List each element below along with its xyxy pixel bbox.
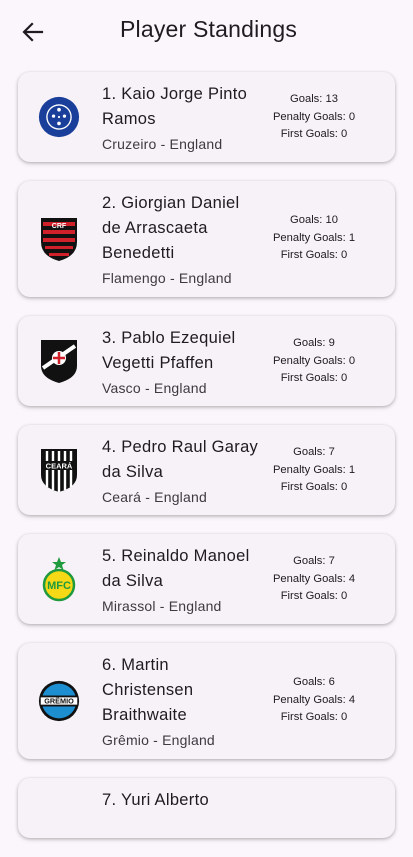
player-club: Flamengo - England	[102, 270, 232, 286]
goals-value: 13	[325, 93, 338, 105]
player-card[interactable]: 3. Pablo Ezequiel Vegetti Pfaffen Vasco …	[18, 316, 395, 406]
player-info: 6. Martin Christensen Braithwaite Grêmio…	[102, 653, 262, 748]
first-label: First Goals:	[280, 249, 338, 261]
mirassol-logo-icon: MFC	[38, 554, 80, 604]
player-card[interactable]: MFC 5. Reinaldo Manoel da Silva Mirassol…	[18, 534, 395, 624]
back-arrow-icon[interactable]	[18, 17, 48, 47]
player-info: 4. Pedro Raul Garay da Silva Ceará - Eng…	[102, 435, 262, 505]
player-club: Cruzeiro - England	[102, 136, 223, 152]
player-club: Vasco - England	[102, 380, 207, 396]
player-stats: Goals: 6 Penalty Goals: 4 First Goals: 0	[259, 674, 369, 727]
penalty-value: 0	[348, 110, 356, 123]
first-label: First Goals:	[280, 372, 338, 384]
first-value: 0	[341, 711, 348, 723]
player-name: 4. Pedro Raul Garay da Silva	[102, 438, 259, 481]
first-label: First Goals:	[280, 590, 338, 602]
goals-value: 7	[328, 446, 335, 458]
first-label: First Goals:	[280, 711, 338, 723]
player-card[interactable]: GRÊMIO 6. Martin Christensen Braithwaite…	[18, 643, 395, 759]
penalty-label: Penalty Goals:	[272, 231, 346, 244]
page-title: Player Standings	[120, 16, 298, 42]
player-stats: Goals: 7 Penalty Goals: 1 First Goals: 0	[259, 444, 369, 497]
penalty-value: 1	[348, 231, 356, 244]
first-value: 0	[341, 249, 348, 261]
penalty-value: 4	[348, 693, 356, 706]
goals-value: 9	[328, 337, 335, 349]
player-club: Mirassol - England	[102, 598, 222, 614]
goals-label: Goals:	[290, 93, 323, 105]
player-stats: Goals: 13 Penalty Goals: 0 First Goals: …	[259, 91, 369, 144]
first-value: 0	[341, 372, 348, 384]
player-info: 2. Giorgian Daniel de Arrascaeta Benedet…	[102, 191, 262, 286]
svg-text:GRÊMIO: GRÊMIO	[44, 697, 74, 706]
player-card[interactable]: 7. Yuri Alberto	[18, 778, 395, 838]
player-card[interactable]: CEARÁ 4. Pedro Raul Garay da Silva Ceará…	[18, 425, 395, 515]
goals-label: Goals:	[290, 214, 323, 226]
svg-text:CEARÁ: CEARÁ	[46, 462, 73, 471]
player-club: Grêmio - England	[102, 732, 215, 748]
goals-value: 6	[328, 676, 335, 688]
goals-value: 10	[325, 214, 338, 226]
goals-label: Goals:	[293, 337, 326, 349]
goals-label: Goals:	[293, 446, 326, 458]
player-list: 1. Kaio Jorge Pinto Ramos Cruzeiro - Eng…	[18, 72, 395, 857]
player-info: 3. Pablo Ezequiel Vegetti Pfaffen Vasco …	[102, 326, 262, 396]
vasco-logo-icon	[38, 336, 80, 386]
ceara-logo-icon: CEARÁ	[38, 445, 80, 495]
svg-text:MFC: MFC	[47, 580, 71, 592]
player-card[interactable]: 1. Kaio Jorge Pinto Ramos Cruzeiro - Eng…	[18, 72, 395, 162]
first-value: 0	[341, 590, 348, 602]
penalty-label: Penalty Goals:	[272, 693, 346, 706]
goals-label: Goals:	[293, 676, 326, 688]
penalty-label: Penalty Goals:	[272, 354, 346, 367]
player-name: 5. Reinaldo Manoel da Silva	[102, 547, 250, 590]
first-label: First Goals:	[280, 481, 338, 493]
gremio-logo-icon: GRÊMIO	[38, 676, 80, 726]
penalty-value: 0	[348, 354, 356, 367]
penalty-label: Penalty Goals:	[272, 463, 346, 476]
player-club: Ceará - England	[102, 489, 207, 505]
flamengo-logo-icon: CRF	[38, 214, 80, 264]
cruzeiro-logo-icon	[38, 92, 80, 142]
player-stats: Goals: 10 Penalty Goals: 1 First Goals: …	[259, 212, 369, 265]
app-bar: Player Standings	[0, 0, 413, 64]
player-name: 7. Yuri Alberto	[102, 791, 209, 809]
player-card[interactable]: CRF 2. Giorgian Daniel de Arrascaeta Ben…	[18, 181, 395, 297]
svg-text:CRF: CRF	[52, 223, 67, 230]
player-name: 6. Martin Christensen Braithwaite	[102, 656, 194, 724]
player-name: 2. Giorgian Daniel de Arrascaeta Benedet…	[102, 194, 240, 262]
penalty-value: 4	[348, 572, 356, 585]
player-stats: Goals: 7 Penalty Goals: 4 First Goals: 0	[259, 553, 369, 606]
player-name: 1. Kaio Jorge Pinto Ramos	[102, 85, 248, 128]
first-value: 0	[341, 128, 348, 140]
player-info: 5. Reinaldo Manoel da Silva Mirassol - E…	[102, 544, 262, 614]
goals-value: 7	[328, 555, 335, 567]
first-value: 0	[341, 481, 348, 493]
player-info: 7. Yuri Alberto	[102, 788, 262, 813]
first-label: First Goals:	[280, 128, 338, 140]
penalty-label: Penalty Goals:	[272, 572, 346, 585]
penalty-value: 1	[348, 463, 356, 476]
penalty-label: Penalty Goals:	[272, 110, 346, 123]
player-stats: Goals: 9 Penalty Goals: 0 First Goals: 0	[259, 335, 369, 388]
player-name: 3. Pablo Ezequiel Vegetti Pfaffen	[102, 329, 236, 372]
player-info: 1. Kaio Jorge Pinto Ramos Cruzeiro - Eng…	[102, 82, 262, 152]
goals-label: Goals:	[293, 555, 326, 567]
